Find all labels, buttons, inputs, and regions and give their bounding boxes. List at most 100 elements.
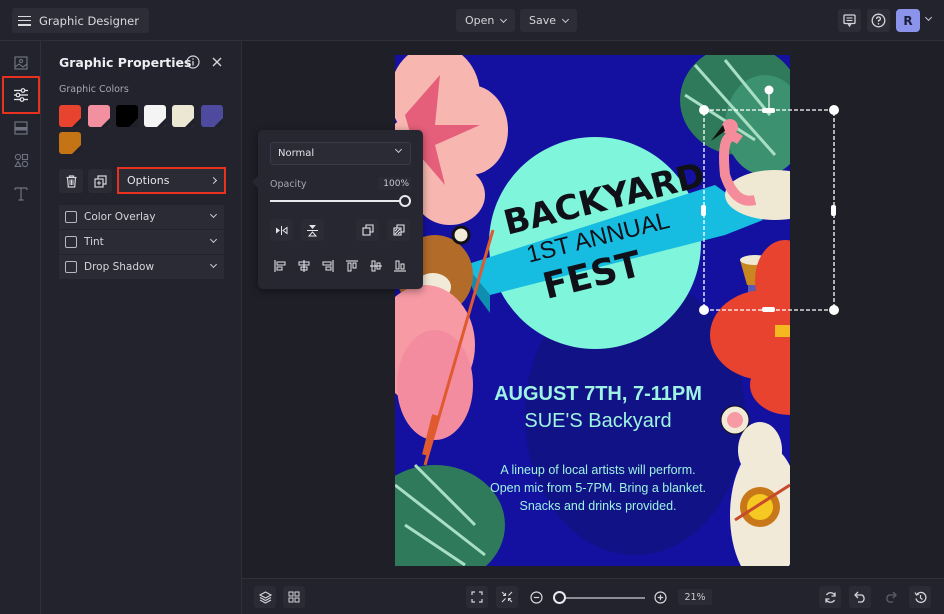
color-swatch[interactable]: [201, 105, 223, 127]
effect-label: Color Overlay: [84, 211, 156, 223]
save-button[interactable]: Save: [520, 9, 578, 32]
effect-color-overlay[interactable]: Color Overlay: [59, 205, 224, 229]
opacity-slider-handle[interactable]: [399, 195, 411, 207]
flip-vertical-button[interactable]: [301, 219, 324, 241]
options-popover: Normal Opacity 100%: [252, 130, 423, 289]
align-center-icon: [298, 260, 310, 272]
grid-icon: [288, 591, 300, 603]
color-swatch[interactable]: [88, 105, 110, 127]
chevron-down-icon: [561, 15, 570, 23]
align-right-icon: [322, 260, 334, 272]
resize-handle-se: [829, 305, 839, 315]
poster-body-line: Snacks and drinks provided.: [519, 499, 676, 513]
resize-handle-n: [762, 108, 775, 113]
fit-screen-button[interactable]: [466, 586, 488, 608]
poster-body-line: Open mic from 5-7PM. Bring a blanket.: [490, 481, 706, 495]
refresh-icon: [824, 591, 836, 603]
send-backward-icon: [392, 224, 405, 236]
expand-icon: [471, 591, 483, 603]
blend-mode-value: Normal: [278, 148, 315, 159]
trash-icon: [66, 174, 76, 188]
effect-label: Tint: [84, 236, 104, 248]
app-menu-button[interactable]: Graphic Designer: [12, 8, 149, 33]
tool-rail: [0, 41, 41, 614]
delete-button[interactable]: [59, 169, 83, 193]
effect-drop-shadow[interactable]: Drop Shadow: [59, 255, 224, 279]
panel-title: Graphic Properties: [59, 55, 192, 70]
adjustments-icon: [14, 88, 28, 102]
effect-label: Drop Shadow: [84, 261, 155, 273]
zoom-slider-handle[interactable]: [553, 591, 566, 604]
rail-photos[interactable]: [3, 46, 39, 80]
align-right-button[interactable]: [318, 256, 338, 276]
open-button[interactable]: Open: [456, 9, 516, 32]
rail-adjustments[interactable]: [2, 76, 40, 114]
chevron-down-icon[interactable]: [209, 260, 218, 269]
color-overlay-checkbox[interactable]: [65, 211, 77, 223]
text-icon: [14, 186, 28, 201]
photos-icon: [14, 56, 28, 70]
color-swatch[interactable]: [59, 105, 81, 127]
undo-button[interactable]: [849, 586, 871, 608]
duplicate-icon: [93, 174, 107, 188]
poster-date: AUGUST 7TH, 7-11PM: [494, 383, 702, 405]
zoom-in-icon[interactable]: [654, 591, 667, 604]
zoom-level-input[interactable]: 21%: [678, 589, 712, 605]
history-button[interactable]: [909, 586, 931, 608]
flip-horizontal-button[interactable]: [270, 219, 293, 241]
tint-checkbox[interactable]: [65, 236, 77, 248]
shapes-icon: [13, 153, 28, 167]
align-middle-button[interactable]: [366, 256, 386, 276]
align-center-button[interactable]: [294, 256, 314, 276]
color-swatch[interactable]: [59, 132, 81, 154]
rail-text[interactable]: [3, 176, 39, 210]
redo-button[interactable]: [879, 586, 901, 608]
bring-forward-icon: [361, 224, 374, 236]
duplicate-button[interactable]: [88, 169, 112, 193]
zoom-out-icon[interactable]: [530, 591, 543, 604]
effect-tint[interactable]: Tint: [59, 230, 224, 254]
selection-box[interactable]: [698, 85, 843, 317]
shrink-button[interactable]: [496, 586, 518, 608]
open-label: Open: [465, 14, 495, 27]
align-left-button[interactable]: [270, 256, 290, 276]
graphic-colors-label: Graphic Colors: [59, 84, 129, 95]
resize-handle-nw: [699, 105, 709, 115]
rail-shapes[interactable]: [3, 143, 39, 177]
zoom-slider-track[interactable]: [560, 597, 645, 599]
hamburger-icon: [18, 15, 31, 26]
align-bottom-icon: [394, 260, 406, 272]
chevron-down-icon[interactable]: [209, 235, 218, 244]
options-label: Options: [127, 174, 170, 187]
collapse-icon: [501, 591, 513, 603]
redo-icon: [885, 591, 897, 603]
align-bottom-button[interactable]: [390, 256, 410, 276]
options-button[interactable]: Options: [117, 167, 226, 194]
info-icon[interactable]: [186, 55, 200, 69]
blend-mode-select[interactable]: Normal: [270, 142, 411, 165]
help-button[interactable]: [867, 9, 890, 32]
send-backward-button[interactable]: [387, 219, 410, 241]
align-middle-icon: [370, 260, 382, 272]
replace-button[interactable]: [819, 586, 841, 608]
close-icon[interactable]: [212, 57, 222, 67]
opacity-input[interactable]: 100%: [378, 177, 411, 190]
bring-forward-button[interactable]: [356, 219, 379, 241]
color-swatch[interactable]: [116, 105, 138, 127]
rail-layout[interactable]: [3, 111, 39, 145]
flip-horizontal-icon: [276, 225, 288, 235]
opacity-slider-track[interactable]: [270, 200, 405, 202]
chevron-down-icon[interactable]: [209, 210, 218, 219]
resize-handle-w: [701, 205, 706, 216]
layers-button[interactable]: [254, 586, 276, 608]
grid-button[interactable]: [283, 586, 305, 608]
color-swatch[interactable]: [172, 105, 194, 127]
feedback-button[interactable]: [838, 9, 861, 32]
user-avatar[interactable]: R: [896, 9, 920, 32]
color-swatch[interactable]: [144, 105, 166, 127]
align-top-button[interactable]: [342, 256, 362, 276]
resize-handle-ne: [829, 105, 839, 115]
drop-shadow-checkbox[interactable]: [65, 261, 77, 273]
account-chevron-down-icon[interactable]: [924, 13, 933, 22]
poster-body-line: A lineup of local artists will perform.: [500, 463, 695, 477]
